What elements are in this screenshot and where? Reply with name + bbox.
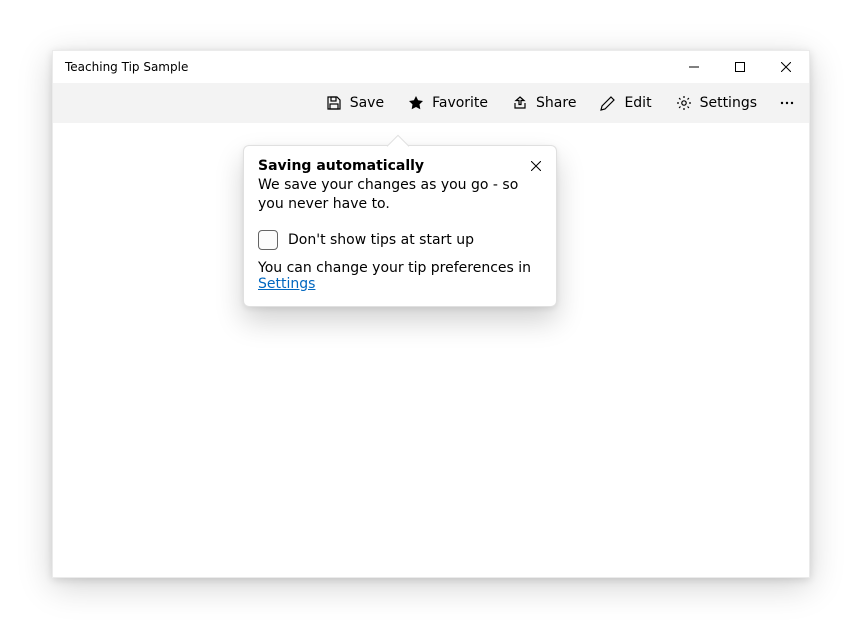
more-button[interactable]: [769, 85, 805, 121]
tip-close-button[interactable]: [522, 152, 550, 180]
more-icon: [779, 95, 795, 111]
tip-checkbox-row: Don't show tips at start up: [258, 230, 542, 250]
window-title: Teaching Tip Sample: [65, 60, 671, 74]
settings-button[interactable]: Settings: [664, 85, 769, 121]
share-icon: [512, 95, 528, 111]
save-button[interactable]: Save: [314, 85, 396, 121]
teaching-tip: Saving automatically We save your change…: [243, 145, 557, 307]
tip-footer-text: You can change your tip preferences in: [258, 260, 531, 276]
tip-title: Saving automatically: [258, 158, 542, 174]
edit-icon: [600, 95, 616, 111]
minimize-button[interactable]: [671, 51, 717, 83]
edit-label: Edit: [624, 95, 651, 111]
gear-icon: [676, 95, 692, 111]
favorite-button[interactable]: Favorite: [396, 85, 500, 121]
share-label: Share: [536, 95, 576, 111]
favorite-label: Favorite: [432, 95, 488, 111]
edit-button[interactable]: Edit: [588, 85, 663, 121]
minimize-icon: [689, 60, 699, 75]
save-label: Save: [350, 95, 384, 111]
settings-label: Settings: [700, 95, 757, 111]
content-area: Saving automatically We save your change…: [53, 123, 809, 577]
share-button[interactable]: Share: [500, 85, 588, 121]
tip-subtitle: We save your changes as you go - so you …: [258, 176, 542, 214]
star-icon: [408, 95, 424, 111]
app-window: Teaching Tip Sample: [52, 50, 810, 578]
tip-settings-link[interactable]: Settings: [258, 276, 315, 292]
close-icon: [531, 159, 541, 174]
maximize-icon: [735, 60, 745, 75]
close-window-button[interactable]: [763, 51, 809, 83]
titlebar: Teaching Tip Sample: [53, 51, 809, 83]
window-controls: [671, 51, 809, 83]
dont-show-label[interactable]: Don't show tips at start up: [288, 232, 474, 248]
save-icon: [326, 95, 342, 111]
maximize-button[interactable]: [717, 51, 763, 83]
tip-arrow: [387, 135, 410, 158]
command-bar: Save Favorite Share Edit Settings: [53, 83, 809, 123]
close-icon: [781, 60, 791, 75]
tip-footer: You can change your tip preferences in S…: [258, 260, 542, 292]
dont-show-checkbox[interactable]: [258, 230, 278, 250]
